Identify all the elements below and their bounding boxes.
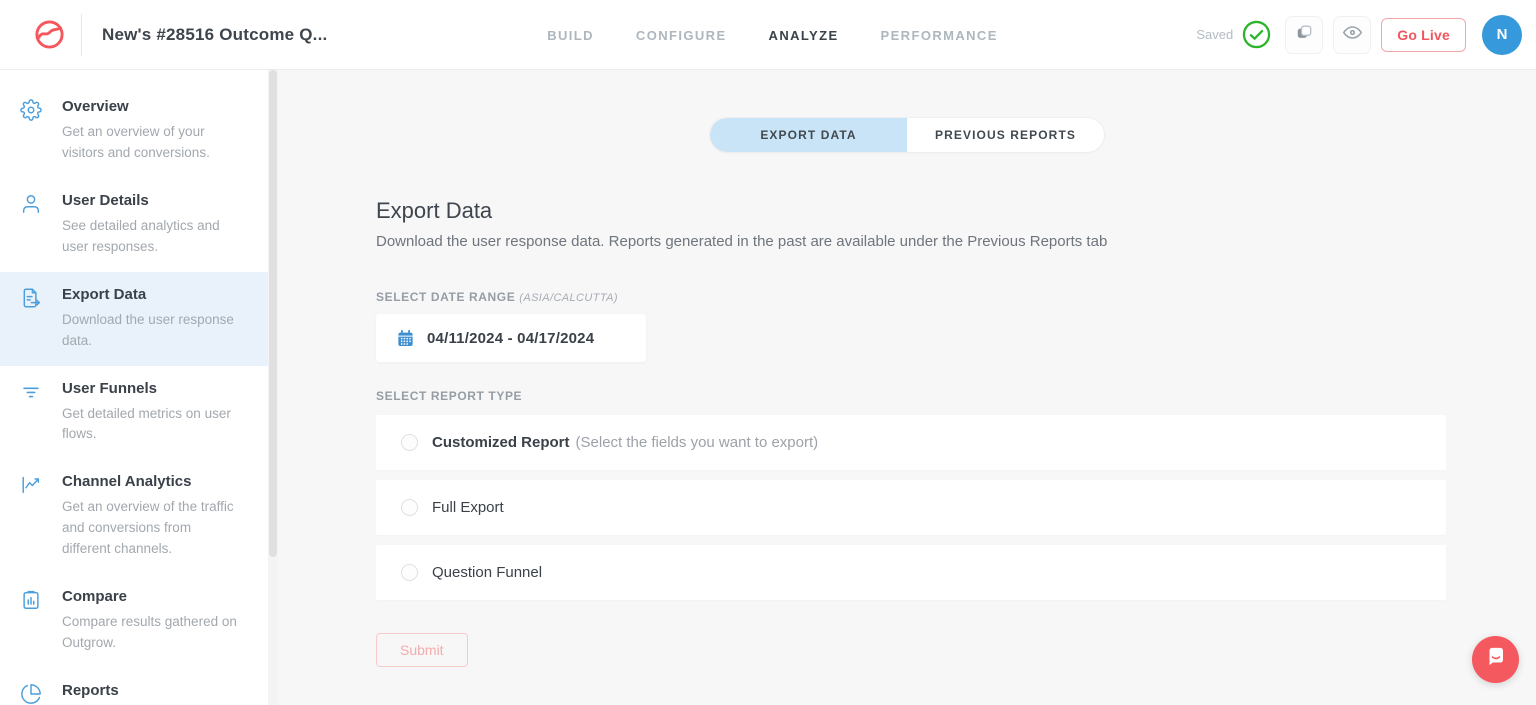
outgrow-logo-icon[interactable] [34,19,65,50]
sidebar-item-export-data[interactable]: Export Data Download the user response d… [0,272,268,366]
sidebar-item-title: Overview [62,98,242,115]
sidebar-item-description: Get detailed metrics on user flows. [62,404,242,446]
option-title: Customized Report [432,434,570,451]
saved-check-icon [1242,20,1271,49]
option-title: Question Funnel [432,564,542,581]
radio-full-export[interactable] [401,499,418,516]
page-description: Download the user response data. Reports… [376,233,1446,250]
radio-customized-report[interactable] [401,434,418,451]
sidebar-item-description: Get an overview of the traffic and conve… [62,497,242,560]
sidebar-item-description: See detailed analytics and user response… [62,216,242,258]
app-header: New's #28516 Outcome Q... BUILD CONFIGUR… [0,0,1536,70]
page-title: Export Data [376,198,1446,224]
trend-chart-icon [0,473,62,560]
divider [81,14,82,56]
tab-build[interactable]: BUILD [547,28,594,43]
sidebar-item-title: User Details [62,192,242,209]
sidebar-item-title: Reports [62,682,242,699]
date-range-picker[interactable]: 04/11/2024 - 04/17/2024 [376,314,646,362]
date-range-label: SELECT DATE RANGE (ASIA/CALCUTTA) [376,290,1446,304]
sidebar-item-title: User Funnels [62,380,242,397]
funnel-icon [0,380,62,446]
tab-previous-reports[interactable]: PREVIOUS REPORTS [907,118,1104,152]
timezone-label: (ASIA/CALCUTTA) [519,292,618,304]
sidebar-scrollbar-track[interactable] [268,70,278,705]
user-avatar[interactable]: N [1482,15,1522,55]
sidebar-item-compare[interactable]: Compare Compare results gathered on Outg… [0,574,268,668]
tab-performance[interactable]: PERFORMANCE [881,28,998,43]
go-live-button[interactable]: Go Live [1381,18,1466,52]
sidebar-item-title: Compare [62,588,242,605]
sidebar-item-reports[interactable]: Reports Configure and send custom PDF re… [0,668,268,705]
option-title: Full Export [432,499,504,516]
top-nav: BUILD CONFIGURE ANALYZE PERFORMANCE [547,0,998,70]
chat-widget-button[interactable] [1472,636,1519,683]
analyze-sidebar: Overview Get an overview of your visitor… [0,70,268,705]
main-panel: EXPORT DATA PREVIOUS REPORTS Export Data… [278,70,1536,705]
sidebar-item-user-details[interactable]: User Details See detailed analytics and … [0,178,268,272]
calendar-icon [396,329,427,348]
submit-button[interactable]: Submit [376,633,468,667]
date-range-value: 04/11/2024 - 04/17/2024 [427,330,594,347]
pie-chart-icon [0,682,62,705]
chat-bubble-icon [1483,644,1509,675]
option-full-export[interactable]: Full Export [376,480,1446,535]
sidebar-item-description: Get an overview of your visitors and con… [62,122,242,164]
embed-button[interactable] [1285,16,1323,54]
export-doc-icon [0,286,62,352]
report-type-label: SELECT REPORT TYPE [376,389,1446,403]
tab-configure[interactable]: CONFIGURE [636,28,727,43]
content-piece-title: New's #28516 Outcome Q... [102,25,327,45]
sidebar-item-description: Compare results gathered on Outgrow. [62,612,242,654]
sidebar-item-overview[interactable]: Overview Get an overview of your visitor… [0,84,268,178]
radio-question-funnel[interactable] [401,564,418,581]
sidebar-item-title: Channel Analytics [62,473,242,490]
clipboard-chart-icon [0,588,62,654]
user-icon [0,192,62,258]
sidebar-item-title: Export Data [62,286,242,303]
sidebar-item-channel-analytics[interactable]: Channel Analytics Get an overview of the… [0,459,268,574]
eye-icon [1342,22,1363,48]
option-hint: (Select the fields you want to export) [576,434,819,451]
tab-export-data[interactable]: EXPORT DATA [710,118,907,152]
sidebar-scrollbar-thumb[interactable] [269,70,277,557]
preview-button[interactable] [1333,16,1371,54]
gear-icon [0,98,62,164]
layers-icon [1294,22,1314,47]
option-customized-report[interactable]: Customized Report (Select the fields you… [376,415,1446,470]
tab-analyze[interactable]: ANALYZE [769,28,839,43]
sidebar-item-user-funnels[interactable]: User Funnels Get detailed metrics on use… [0,366,268,460]
sidebar-item-description: Download the user response data. [62,310,242,352]
report-type-options: Customized Report (Select the fields you… [376,415,1446,600]
export-tabs: EXPORT DATA PREVIOUS REPORTS [709,117,1105,153]
header-actions: Saved Go Live [1196,15,1522,55]
export-data-section: Export Data Download the user response d… [376,198,1446,667]
saved-status-label: Saved [1196,27,1233,42]
option-question-funnel[interactable]: Question Funnel [376,545,1446,600]
